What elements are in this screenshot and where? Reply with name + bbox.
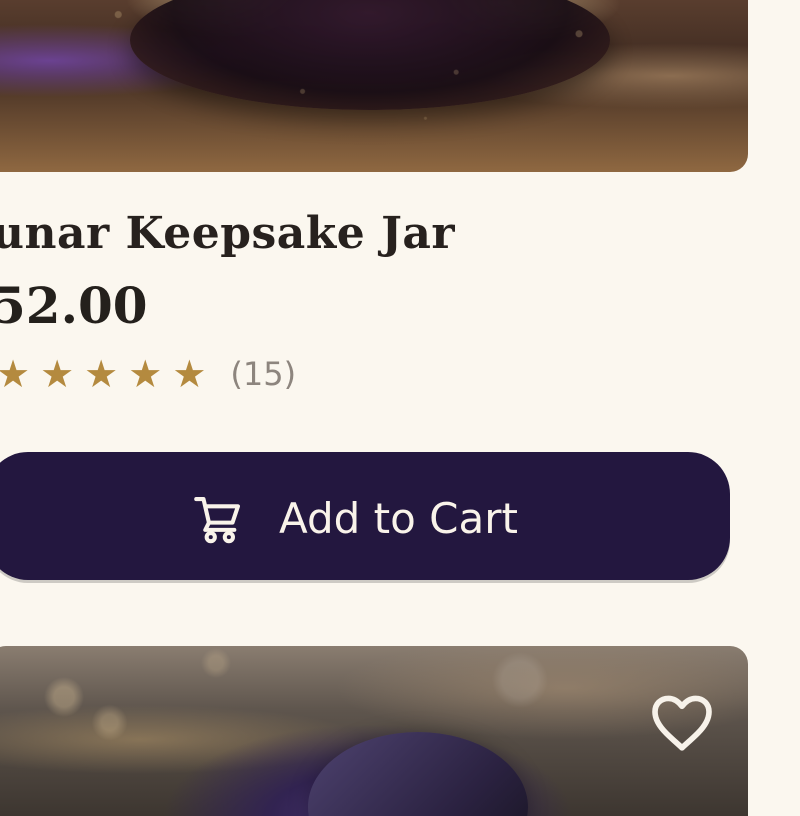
star-rating: ★ ★ ★ ★ ★ xyxy=(0,355,206,393)
product-image-top xyxy=(0,0,748,172)
heart-outline-icon xyxy=(652,695,712,751)
add-to-cart-button[interactable]: Add to Cart xyxy=(0,452,730,580)
shopping-cart-icon xyxy=(194,497,240,544)
favorite-button[interactable] xyxy=(646,686,718,758)
product-title: unar Keepsake Jar xyxy=(0,208,456,259)
review-count: (15) xyxy=(230,355,297,393)
star-icon-1: ★ xyxy=(0,352,31,396)
star-icon-2: ★ xyxy=(40,352,75,396)
add-to-cart-label: Add to Cart xyxy=(279,494,518,543)
product-price: 52.00 xyxy=(0,276,148,335)
rating-row: ★ ★ ★ ★ ★ (15) xyxy=(0,355,296,393)
product-image-bottom xyxy=(0,646,748,816)
star-icon-4: ★ xyxy=(128,352,163,396)
star-icon-5: ★ xyxy=(172,352,207,396)
star-icon-3: ★ xyxy=(84,352,119,396)
add-to-cart-content: Add to Cart xyxy=(189,490,518,548)
